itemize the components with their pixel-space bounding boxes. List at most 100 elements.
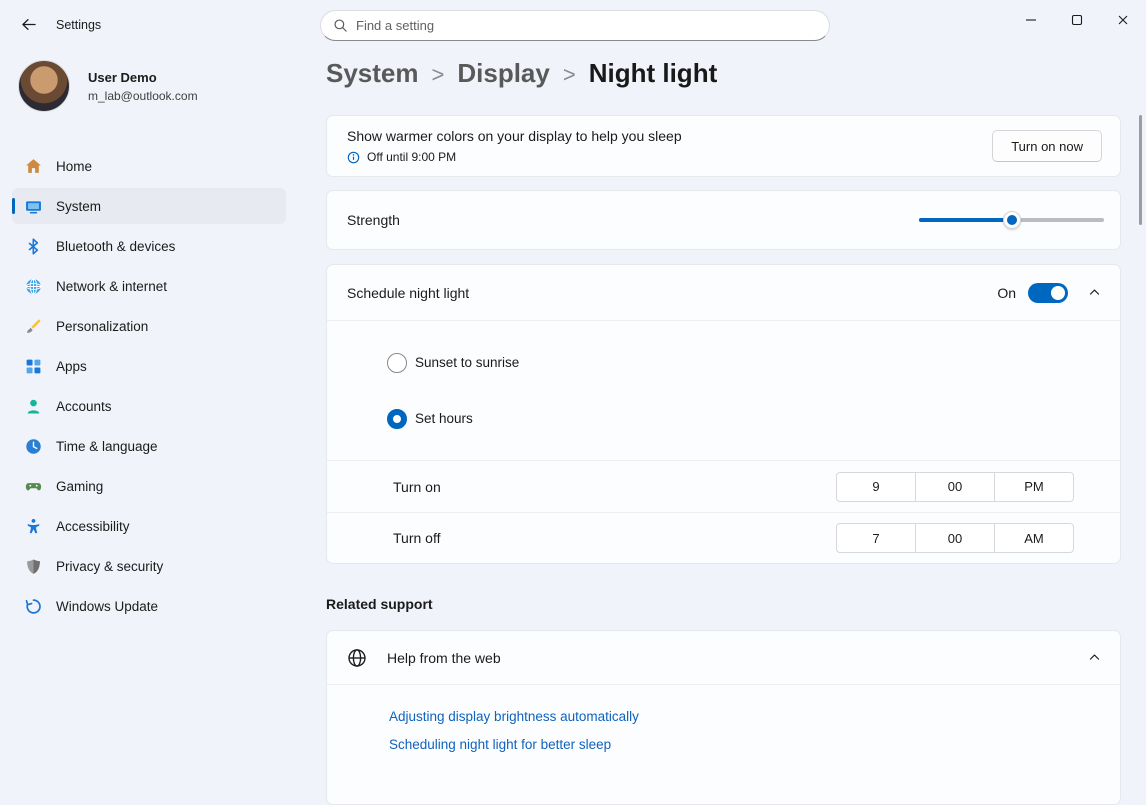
radio-label: Set hours bbox=[415, 411, 473, 426]
apps-icon bbox=[24, 357, 42, 375]
turn-on-row: Turn on 9 00 PM bbox=[327, 461, 1120, 512]
sidebar-item-system[interactable]: System bbox=[12, 188, 286, 224]
sidebar-nav: Home System Bluetooth & devices Network … bbox=[12, 148, 286, 628]
globe-icon bbox=[347, 648, 367, 668]
turn-off-hour-field[interactable]: 7 bbox=[836, 523, 916, 553]
turn-on-now-button[interactable]: Turn on now bbox=[992, 130, 1102, 162]
strength-slider-thumb[interactable] bbox=[1003, 211, 1021, 229]
accessibility-icon bbox=[24, 517, 42, 535]
turn-on-minute-field[interactable]: 00 bbox=[915, 472, 995, 502]
radio-unselected-icon[interactable] bbox=[387, 353, 407, 373]
network-icon bbox=[24, 277, 42, 295]
help-title: Help from the web bbox=[387, 650, 1068, 666]
close-button[interactable] bbox=[1100, 0, 1146, 40]
gaming-icon bbox=[24, 477, 42, 495]
back-button[interactable] bbox=[12, 10, 44, 38]
privacy-icon bbox=[24, 557, 42, 575]
window-title: Settings bbox=[56, 18, 101, 32]
back-arrow-icon bbox=[21, 17, 36, 32]
turn-off-period-field[interactable]: AM bbox=[994, 523, 1074, 553]
user-profile[interactable]: User Demo m_lab@outlook.com bbox=[18, 60, 198, 112]
strength-label: Strength bbox=[347, 212, 400, 228]
radio-option-sunset-to-sunrise[interactable]: Sunset to sunrise bbox=[387, 353, 1120, 373]
time-language-icon bbox=[24, 437, 42, 455]
turn-off-minute-field[interactable]: 00 bbox=[915, 523, 995, 553]
window-controls bbox=[1008, 0, 1146, 40]
sidebar-item-accessibility[interactable]: Accessibility bbox=[12, 508, 286, 544]
radio-label: Sunset to sunrise bbox=[415, 355, 519, 370]
maximize-icon bbox=[1069, 12, 1085, 28]
strength-card: Strength bbox=[326, 190, 1121, 250]
help-links: Adjusting display brightness automatical… bbox=[327, 685, 1120, 752]
maximize-button[interactable] bbox=[1054, 0, 1100, 40]
home-icon bbox=[24, 157, 42, 175]
turn-on-period-field[interactable]: PM bbox=[994, 472, 1074, 502]
sidebar-item-label: Windows Update bbox=[56, 599, 158, 614]
user-name: User Demo bbox=[88, 70, 198, 85]
night-light-card: Show warmer colors on your display to he… bbox=[326, 115, 1121, 177]
sidebar-item-accounts[interactable]: Accounts bbox=[12, 388, 286, 424]
schedule-options: Sunset to sunrise Set hours bbox=[327, 321, 1120, 461]
system-icon bbox=[24, 197, 42, 215]
sidebar-item-home[interactable]: Home bbox=[12, 148, 286, 184]
sidebar-item-personalization[interactable]: Personalization bbox=[12, 308, 286, 344]
breadcrumb-display[interactable]: Display bbox=[457, 58, 550, 89]
schedule-header[interactable]: Schedule night light On bbox=[327, 265, 1120, 321]
breadcrumb-separator: > bbox=[563, 62, 576, 88]
close-icon bbox=[1115, 12, 1131, 28]
radio-option-set-hours[interactable]: Set hours bbox=[387, 409, 1120, 429]
schedule-toggle[interactable] bbox=[1028, 283, 1068, 303]
related-support-heading: Related support bbox=[326, 596, 433, 612]
sidebar-item-label: Privacy & security bbox=[56, 559, 163, 574]
search-icon bbox=[333, 18, 348, 33]
vertical-scrollbar[interactable] bbox=[1139, 115, 1142, 225]
sidebar-item-label: Bluetooth & devices bbox=[56, 239, 175, 254]
search-input[interactable] bbox=[356, 18, 817, 33]
chevron-up-icon[interactable] bbox=[1086, 650, 1102, 666]
radio-selected-icon[interactable] bbox=[387, 409, 407, 429]
sidebar-item-privacy-security[interactable]: Privacy & security bbox=[12, 548, 286, 584]
sidebar-item-label: Time & language bbox=[56, 439, 158, 454]
page-title: Night light bbox=[589, 58, 718, 89]
night-light-description: Show warmer colors on your display to he… bbox=[347, 128, 682, 144]
toggle-knob bbox=[1051, 286, 1065, 300]
user-email: m_lab@outlook.com bbox=[88, 89, 198, 103]
minimize-icon bbox=[1023, 12, 1039, 28]
help-header[interactable]: Help from the web bbox=[327, 631, 1120, 685]
sidebar-item-label: System bbox=[56, 199, 101, 214]
sidebar-item-windows-update[interactable]: Windows Update bbox=[12, 588, 286, 624]
sidebar-item-gaming[interactable]: Gaming bbox=[12, 468, 286, 504]
sidebar-item-apps[interactable]: Apps bbox=[12, 348, 286, 384]
sidebar-item-time-language[interactable]: Time & language bbox=[12, 428, 286, 464]
schedule-card: Schedule night light On Sunset to sunris… bbox=[326, 264, 1121, 564]
sidebar-item-bluetooth-devices[interactable]: Bluetooth & devices bbox=[12, 228, 286, 264]
night-light-status: Off until 9:00 PM bbox=[367, 150, 456, 164]
minimize-button[interactable] bbox=[1008, 0, 1054, 40]
sidebar-item-label: Accounts bbox=[56, 399, 112, 414]
search-box[interactable] bbox=[320, 10, 830, 41]
help-card: Help from the web Adjusting display brig… bbox=[326, 630, 1121, 805]
help-link-brightness[interactable]: Adjusting display brightness automatical… bbox=[389, 709, 1120, 724]
breadcrumb-separator: > bbox=[432, 62, 445, 88]
turn-off-row: Turn off 7 00 AM bbox=[327, 512, 1120, 563]
turn-on-hour-field[interactable]: 9 bbox=[836, 472, 916, 502]
sidebar-item-label: Home bbox=[56, 159, 92, 174]
info-icon bbox=[347, 151, 360, 164]
sidebar-item-network-internet[interactable]: Network & internet bbox=[12, 268, 286, 304]
breadcrumb-system[interactable]: System bbox=[326, 58, 419, 89]
chevron-up-icon[interactable] bbox=[1086, 285, 1102, 301]
sidebar-item-label: Gaming bbox=[56, 479, 103, 494]
strength-slider[interactable] bbox=[919, 210, 1104, 230]
strength-slider-fill bbox=[919, 218, 1012, 222]
sidebar: User Demo m_lab@outlook.com Home System … bbox=[0, 48, 300, 772]
avatar bbox=[18, 60, 70, 112]
turn-off-time-picker: 7 00 AM bbox=[836, 523, 1074, 553]
help-link-scheduling[interactable]: Scheduling night light for better sleep bbox=[389, 737, 1120, 752]
schedule-label: Schedule night light bbox=[347, 285, 469, 301]
sidebar-item-label: Personalization bbox=[56, 319, 148, 334]
titlebar: Settings bbox=[0, 0, 1146, 48]
turn-on-label: Turn on bbox=[393, 479, 441, 495]
personalization-icon bbox=[24, 317, 42, 335]
turn-off-label: Turn off bbox=[393, 530, 440, 546]
bluetooth-icon bbox=[24, 237, 42, 255]
